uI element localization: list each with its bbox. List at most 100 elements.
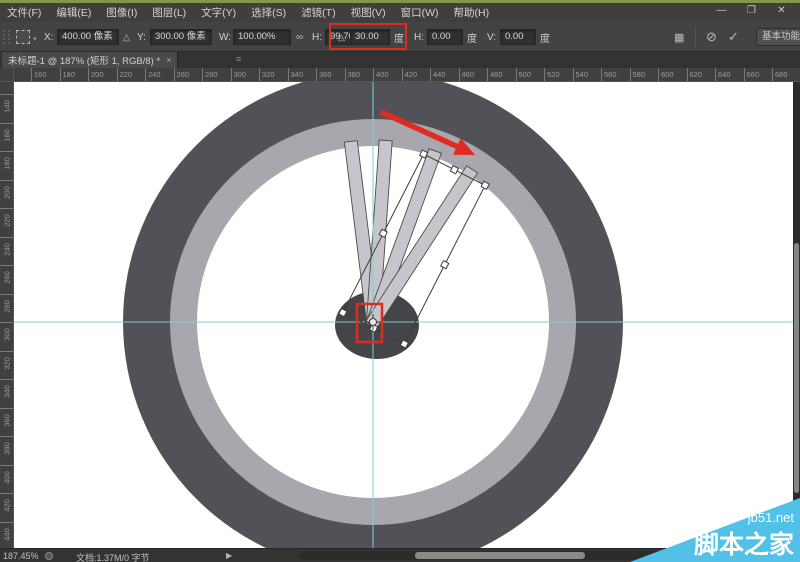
v-ruler-tick: 340: [0, 379, 14, 396]
h-ruler-tick: 260: [174, 68, 190, 82]
h-ruler-tick: 360: [316, 68, 332, 82]
rectangular-marquee-tool-icon[interactable]: [16, 30, 30, 44]
menu-item-7[interactable]: 视图(V): [349, 5, 388, 20]
cancel-transform-icon[interactable]: ⊘: [706, 22, 717, 52]
h-ruler-tick: 460: [459, 68, 475, 82]
skew-h-field[interactable]: 0.00: [427, 22, 463, 52]
h-ruler-tick: 440: [430, 68, 446, 82]
h-ruler-tick: 520: [544, 68, 560, 82]
skew-h-label: H:: [414, 22, 424, 52]
width-field[interactable]: 100.00%: [233, 22, 291, 52]
menu-bar: 文件(F) 编辑(E) 图像(I) 图层(L) 文字(Y) 选择(S) 滤镜(T) 视图(V)…: [0, 3, 800, 22]
menu-item-0[interactable]: 文件(F): [5, 5, 43, 20]
height-label: H:: [312, 22, 322, 52]
v-ruler-tick: 260: [0, 265, 14, 282]
h-ruler-tick: 620: [687, 68, 703, 82]
v-ruler-tick: 280: [0, 294, 14, 311]
h-ruler-tick: 640: [715, 68, 731, 82]
status-indicator-icon: [45, 552, 53, 560]
watermark-site: jb51.net: [747, 510, 795, 525]
skew-v-unit: 度: [540, 22, 550, 52]
document-tab[interactable]: 未标题-1 @ 187% (矩形 1, RGB/8) * ×: [2, 52, 178, 68]
h-ruler-tick: 400: [373, 68, 389, 82]
h-ruler-tick: 160: [31, 68, 47, 82]
v-ruler-tick: 360: [0, 408, 14, 425]
y-position-field[interactable]: 300.00 像素: [150, 22, 212, 52]
commit-transform-icon[interactable]: ✓: [728, 22, 739, 52]
tool-preset-caret-icon[interactable]: ▾: [33, 35, 37, 43]
v-ruler-tick: 180: [0, 151, 14, 168]
h-ruler-tick: 380: [345, 68, 361, 82]
relative-position-icon[interactable]: △: [123, 22, 130, 52]
warp-mode-icon[interactable]: ▦: [674, 22, 684, 52]
canvas-artwork: [14, 82, 800, 548]
menu-item-2[interactable]: 图像(I): [104, 5, 139, 20]
menu-item-9[interactable]: 帮助(H): [452, 5, 492, 20]
watermark: jb51.net 脚本之家: [630, 498, 800, 562]
h-ruler-tick: 220: [117, 68, 133, 82]
h-ruler-tick: 340: [288, 68, 304, 82]
tab-close-icon[interactable]: ×: [166, 55, 171, 65]
h-ruler-tick: 600: [658, 68, 674, 82]
h-ruler-tick: 320: [259, 68, 275, 82]
h-ruler-tick: 500: [516, 68, 532, 82]
y-position-label: Y:: [137, 22, 146, 52]
menu-item-5[interactable]: 选择(S): [249, 5, 288, 20]
h-ruler-tick: 420: [402, 68, 418, 82]
minimize-button[interactable]: —: [713, 4, 730, 17]
x-position-label: X:: [44, 22, 53, 52]
v-ruler-tick: 380: [0, 436, 14, 453]
menu-item-3[interactable]: 图层(L): [150, 5, 188, 20]
v-ruler-tick: 400: [0, 465, 14, 482]
x-position-field[interactable]: 400.00 像素: [57, 22, 119, 52]
vertical-scrollbar[interactable]: [793, 82, 800, 548]
h-ruler-tick: 200: [88, 68, 104, 82]
maximize-button[interactable]: ❐: [743, 4, 760, 17]
close-button[interactable]: ✕: [773, 4, 790, 17]
v-ruler-tick: 420: [0, 493, 14, 510]
options-bar-grip-icon: [3, 30, 10, 44]
h-ruler-tick: 580: [630, 68, 646, 82]
h-ruler-tick: 540: [573, 68, 589, 82]
menu-item-1[interactable]: 编辑(E): [54, 5, 93, 20]
skew-v-field[interactable]: 0.00: [500, 22, 536, 52]
h-ruler-tick: 300: [231, 68, 247, 82]
width-label: W:: [219, 22, 231, 52]
workspace-switcher-button[interactable]: 基本功能: [756, 28, 800, 46]
menu-item-8[interactable]: 窗口(W): [399, 5, 441, 20]
skew-h-unit: 度: [467, 22, 477, 52]
document-canvas[interactable]: [14, 82, 800, 548]
ruler-origin-corner[interactable]: [0, 68, 14, 82]
photoshop-window: 文件(F) 编辑(E) 图像(I) 图层(L) 文字(Y) 选择(S) 滤镜(T) 视图(V)…: [0, 0, 800, 562]
h-ruler-tick: 560: [601, 68, 617, 82]
v-ruler-tick: 300: [0, 322, 14, 339]
v-ruler-tick: 220: [0, 208, 14, 225]
v-ruler-tick: 140: [0, 94, 14, 111]
vertical-ruler[interactable]: 1401601802002202402602803003203403603804…: [0, 82, 14, 548]
tab-list-icon[interactable]: ≡: [236, 54, 241, 64]
document-size-info: 文档:1.37M/0 字节: [76, 551, 150, 562]
v-ruler-tick: 200: [0, 180, 14, 197]
vertical-scrollbar-thumb[interactable]: [794, 243, 799, 493]
h-ruler-tick: 240: [145, 68, 161, 82]
document-tab-bar: 未标题-1 @ 187% (矩形 1, RGB/8) * × ≡: [0, 52, 800, 68]
v-ruler-tick: 440: [0, 522, 14, 539]
document-tab-title: 未标题-1 @ 187% (矩形 1, RGB/8) *: [8, 53, 160, 67]
h-ruler-tick: 280: [202, 68, 218, 82]
menu-item-4[interactable]: 文字(Y): [199, 5, 238, 20]
h-ruler-tick: 680: [772, 68, 788, 82]
horizontal-ruler[interactable]: 160 180 200 220 240 260 280 300 320 340 360 380 400 4…: [14, 68, 800, 82]
h-ruler-tick: 180: [60, 68, 76, 82]
zoom-level-field[interactable]: 187.45%: [3, 551, 39, 561]
link-dimensions-icon[interactable]: ∞: [296, 22, 303, 52]
menu-item-6[interactable]: 滤镜(T): [299, 5, 337, 20]
v-ruler-tick: 160: [0, 123, 14, 140]
v-ruler-tick: 240: [0, 237, 14, 254]
h-ruler-tick: 660: [744, 68, 760, 82]
angle-highlight-annotation: [329, 23, 407, 50]
skew-v-label: V:: [487, 22, 496, 52]
horizontal-scrollbar-thumb[interactable]: [415, 552, 585, 559]
watermark-name: 脚本之家: [694, 530, 794, 559]
status-flyout-icon[interactable]: ▶: [226, 551, 232, 560]
window-controls: — ❐ ✕: [713, 4, 790, 17]
